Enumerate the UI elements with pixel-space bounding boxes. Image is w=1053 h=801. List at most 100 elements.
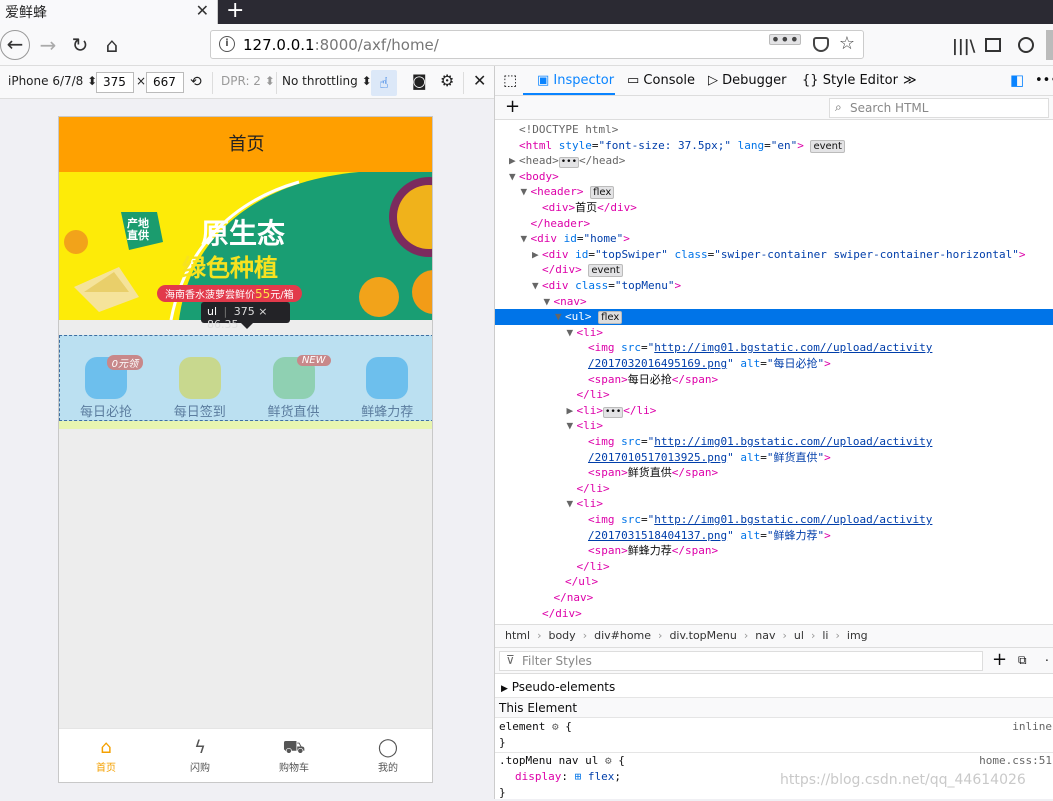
tab-close-icon[interactable]: ✕ xyxy=(196,1,209,20)
search-html-input[interactable]: ⌕ Search HTML xyxy=(829,98,1049,118)
pocket-icon[interactable] xyxy=(813,37,829,52)
markup-node[interactable]: <span>每日必抢</span> xyxy=(495,372,1053,388)
markup-node[interactable]: ▼ <body> xyxy=(495,169,1053,185)
markup-node[interactable]: /2017031518404137.png" alt="鲜蜂力荐"> xyxy=(495,528,1053,544)
markup-node[interactable]: ▼ <div id="home"> xyxy=(495,231,1053,247)
breadcrumb-item[interactable]: li xyxy=(822,629,828,642)
dimension-times: × xyxy=(136,74,147,88)
library-icon[interactable]: |||\ xyxy=(952,36,975,55)
tabbar-item[interactable]: ⛟ 购物车 xyxy=(247,737,341,774)
banner-headline-1: 原生态 xyxy=(201,217,286,250)
menu-overflow[interactable] xyxy=(1046,30,1053,60)
screenshot-icon[interactable]: ◙ xyxy=(412,72,427,90)
markup-node[interactable]: <span>鲜货直供</span> xyxy=(495,465,1053,481)
markup-node[interactable]: <!DOCTYPE html> xyxy=(495,122,1053,138)
toggle-classes-icon[interactable]: ⧉ xyxy=(1018,653,1027,668)
breadcrumb-item[interactable]: div.topMenu xyxy=(669,629,736,642)
rotate-icon[interactable]: ⟲ xyxy=(190,74,202,90)
markup-node[interactable]: <img src="http://img01.bgstatic.com//upl… xyxy=(495,340,1053,356)
markup-node[interactable]: <html style="font-size: 37.5px;" lang="e… xyxy=(495,138,1053,154)
markup-node[interactable]: <div>首页</div> xyxy=(495,200,1053,216)
node-toggle-icon: ▼ xyxy=(566,419,574,433)
markup-node[interactable]: <img src="http://img01.bgstatic.com//upl… xyxy=(495,434,1053,450)
more-tabs-icon[interactable]: ≫ xyxy=(903,73,917,88)
settings-gear-icon[interactable]: ⚙ xyxy=(440,71,454,90)
browser-tab[interactable]: 爱鲜蜂 ✕ xyxy=(0,0,218,24)
markup-node[interactable]: <img src="http://img01.bgstatic.com//upl… xyxy=(495,512,1053,528)
markup-node[interactable]: ▼ <ul> flex xyxy=(495,309,1053,326)
markup-node[interactable]: ▼ <div class="topMenu"> xyxy=(495,278,1053,294)
element-picker-icon[interactable]: ⬚ xyxy=(503,71,517,89)
breadcrumb-item[interactable]: img xyxy=(847,629,868,642)
bookmark-star-icon[interactable]: ☆ xyxy=(839,33,855,54)
markup-node[interactable]: ▼ <header> flex xyxy=(495,184,1053,200)
markup-node[interactable]: </nav> xyxy=(495,590,1053,606)
page-actions-icon[interactable]: ••• xyxy=(768,32,801,48)
markup-node[interactable]: ▼ <li> xyxy=(495,496,1053,512)
breadcrumb-item[interactable]: ul xyxy=(794,629,804,642)
dock-icon[interactable]: ◧ xyxy=(1010,71,1024,89)
home-button[interactable]: ⌂ xyxy=(98,31,126,59)
viewport-height-input[interactable]: 667 xyxy=(146,72,184,93)
markup-node[interactable]: <span>鲜蜂力荐</span> xyxy=(495,543,1053,559)
node-toggle-icon: ▼ xyxy=(520,232,528,246)
markup-node[interactable]: ▼ <nav> xyxy=(495,294,1053,310)
markup-node[interactable]: ▶ <div id="topSwiper" class="swiper-conta… xyxy=(495,247,1053,263)
markup-node[interactable]: ▼ <li> xyxy=(495,325,1053,341)
markup-node[interactable]: </li> xyxy=(495,559,1053,575)
back-button[interactable]: ← xyxy=(0,30,30,60)
tab-inspector[interactable]: ▣ Inspector xyxy=(537,73,614,88)
url-bar[interactable]: i 127.0.0.1:8000/axf/home/ ••• ☆ xyxy=(210,30,864,59)
site-info-icon[interactable]: i xyxy=(219,36,235,52)
account-icon[interactable] xyxy=(1018,37,1034,53)
reload-button[interactable]: ↻ xyxy=(66,31,94,59)
new-tab-button[interactable]: + xyxy=(226,0,244,23)
markup-node[interactable]: ▼ <li> xyxy=(495,418,1053,434)
add-rule-icon[interactable]: + xyxy=(992,649,1007,670)
filter-styles-input[interactable]: ⊽ Filter Styles xyxy=(499,651,983,671)
tabbar-item[interactable]: ◯ 我的 xyxy=(341,737,432,774)
tabbar-item[interactable]: ⌂ 首页 xyxy=(59,737,153,774)
add-node-icon[interactable]: + xyxy=(505,96,520,117)
print-sim-icon[interactable]: . xyxy=(1045,650,1049,664)
separator xyxy=(212,72,213,94)
top-swiper-banner[interactable]: 产地 直供 原生态 绿色种植 海南香水菠萝尝鲜价55元/箱 xyxy=(59,172,432,320)
forward-button[interactable]: → xyxy=(34,31,62,59)
user-icon: ◯ xyxy=(377,737,399,758)
close-rdm-icon[interactable]: ✕ xyxy=(473,71,486,90)
sidebar-icon[interactable] xyxy=(985,38,1001,52)
node-toggle-icon: ▼ xyxy=(566,497,574,511)
pseudo-elements-toggle[interactable]: ▶ Pseudo-elements xyxy=(495,676,1053,698)
rule-element[interactable]: element ⚙ {inline } xyxy=(495,719,1053,753)
breadcrumb-item[interactable]: nav xyxy=(755,629,775,642)
markup-node[interactable]: </ul> xyxy=(495,574,1053,590)
markup-node[interactable]: /2017032016495169.png" alt="每日必抢"> xyxy=(495,356,1053,372)
viewport-width-input[interactable]: 375 xyxy=(96,72,134,93)
markup-node[interactable]: </div> event xyxy=(495,262,1053,278)
tabbar-item[interactable]: ϟ 闪购 xyxy=(153,737,247,774)
console-icon: ▭ xyxy=(627,73,644,88)
markup-node[interactable]: </header> xyxy=(495,216,1053,232)
tabbar-label: 闪购 xyxy=(190,763,210,774)
markup-node[interactable]: ▶ <head> ••• </head> xyxy=(495,153,1053,169)
throttling-selector[interactable]: No throttling ⬍ xyxy=(282,74,372,88)
markup-node[interactable]: </li> xyxy=(495,387,1053,403)
markup-node[interactable]: /2017010517013925.png" alt="鲜货直供"> xyxy=(495,450,1053,466)
touch-simulation-icon[interactable]: ☝ xyxy=(371,70,397,96)
url-text[interactable]: 127.0.0.1:8000/axf/home/ xyxy=(243,36,439,54)
tab-console[interactable]: ▭ Console xyxy=(627,73,695,88)
dpr-selector[interactable]: DPR: 2 ⬍ xyxy=(221,74,275,88)
tab-debugger[interactable]: ▷ Debugger xyxy=(708,73,787,88)
breadcrumb-item[interactable]: body xyxy=(548,629,575,642)
device-selector[interactable]: iPhone 6/7/8 ⬍ xyxy=(8,74,97,88)
markup-node[interactable]: ▶ <li> ••• </li> xyxy=(495,403,1053,419)
devtools-menu-icon[interactable]: ••• xyxy=(1035,73,1053,88)
node-toggle-icon: ▼ xyxy=(543,294,551,308)
markup-node[interactable]: </div> xyxy=(495,606,1053,622)
breadcrumb-separator: › xyxy=(537,629,542,642)
markup-node[interactable]: </li> xyxy=(495,481,1053,497)
tab-style-editor[interactable]: {} Style Editor xyxy=(802,73,898,88)
breadcrumb-item[interactable]: div#home xyxy=(594,629,651,642)
separator xyxy=(463,72,464,94)
breadcrumb-item[interactable]: html xyxy=(505,629,530,642)
